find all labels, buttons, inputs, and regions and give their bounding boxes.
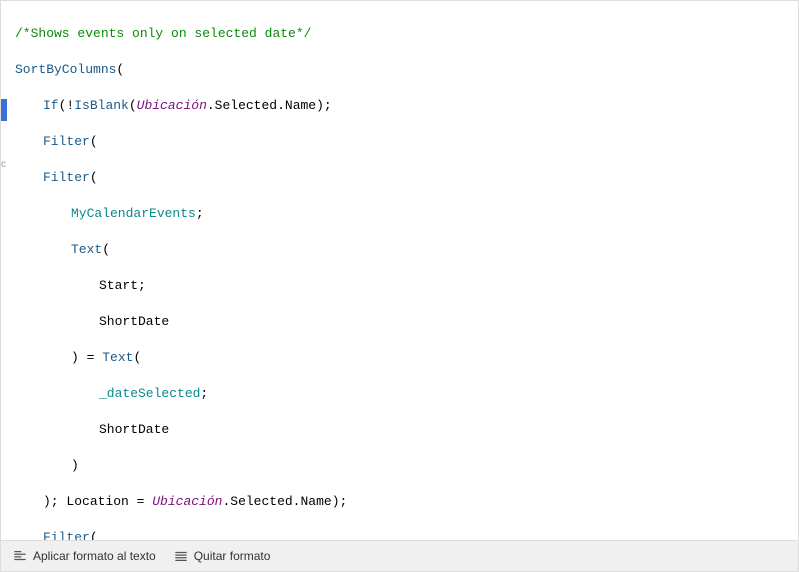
format-toolbar: Aplicar formato al texto Quitar formato (1, 540, 798, 571)
code-editor[interactable]: /*Shows events only on selected date*/ S… (1, 1, 798, 540)
close: ); (43, 494, 59, 509)
format-icon (13, 549, 27, 563)
mycal: MyCalendarEvents (71, 206, 196, 221)
comment: /*Shows events only on selected date*/ (15, 26, 311, 41)
location: Location (66, 494, 128, 509)
fn-filter: Filter (43, 134, 90, 149)
paren: ( (116, 62, 124, 77)
semi: ; (138, 278, 146, 293)
prop: .Selected.Name (207, 98, 316, 113)
fn-text: Text (71, 242, 102, 257)
fn-filter: Filter (43, 170, 90, 185)
paren: ) (332, 494, 340, 509)
semi: ; (340, 494, 348, 509)
remove-format-label: Quitar formato (194, 549, 271, 563)
fn-if: If (43, 98, 59, 113)
datesel: _dateSelected (99, 386, 200, 401)
fn-sort: SortByColumns (15, 62, 116, 77)
semi: ; (196, 206, 204, 221)
paren: ( (90, 134, 98, 149)
format-label: Aplicar formato al texto (33, 549, 156, 563)
paren: ) (71, 350, 79, 365)
shortdate: ShortDate (99, 314, 169, 329)
error-marker (1, 99, 7, 121)
paren: ( (90, 530, 98, 540)
paren: ) (71, 458, 79, 473)
paren: ( (90, 170, 98, 185)
fn-filter: Filter (43, 530, 90, 540)
ident-ubic: Ubicación (137, 98, 207, 113)
gutter-char: c (1, 159, 6, 170)
semi: ; (324, 98, 332, 113)
editor-container: c /*Shows events only on selected date*/… (0, 0, 799, 572)
fn-text: Text (102, 350, 133, 365)
remove-format-icon (174, 549, 188, 563)
paren: ( (129, 98, 137, 113)
ident-ubic: Ubicación (152, 494, 222, 509)
paren: ( (102, 242, 110, 257)
format-button[interactable]: Aplicar formato al texto (13, 549, 156, 563)
remove-format-button[interactable]: Quitar formato (174, 549, 271, 563)
eq: = (79, 350, 102, 365)
prop: .Selected.Name (222, 494, 331, 509)
shortdate: ShortDate (99, 422, 169, 437)
paren: ) (316, 98, 324, 113)
paren: ( (133, 350, 141, 365)
start: Start (99, 278, 138, 293)
semi: ; (200, 386, 208, 401)
fn-isblank: IsBlank (74, 98, 129, 113)
eq: = (129, 494, 152, 509)
